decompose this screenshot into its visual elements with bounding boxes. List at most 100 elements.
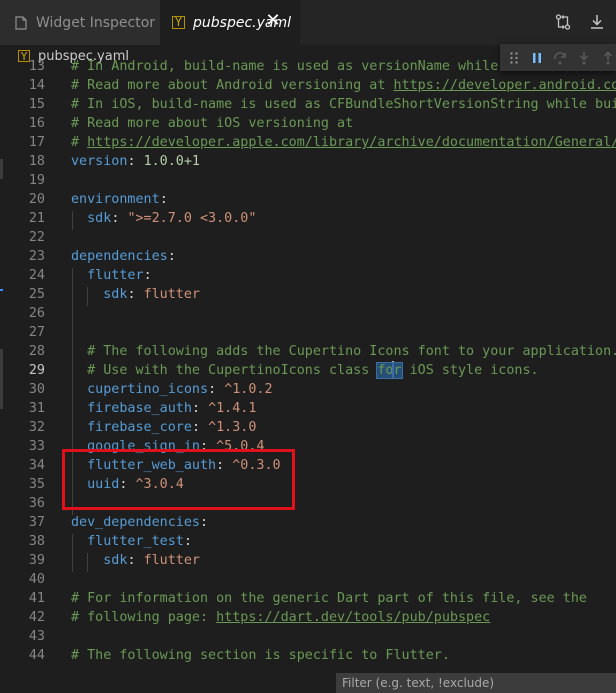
code-line[interactable]: 40 bbox=[0, 570, 616, 589]
code-line[interactable]: 22 bbox=[0, 228, 616, 247]
code-line[interactable]: 41 # For information on the generic Dart … bbox=[0, 589, 616, 608]
code-text: # In iOS, build-name is used as CFBundle… bbox=[71, 95, 616, 114]
code-token: # following page: bbox=[71, 610, 217, 625]
code-text: flutter_web_auth: ^0.3.0 bbox=[71, 456, 281, 475]
code-line[interactable]: 19 bbox=[0, 171, 616, 190]
step-out-icon[interactable] bbox=[600, 49, 616, 67]
code-token: uuid bbox=[71, 477, 120, 492]
code-line[interactable]: 33 google_sign_in: ^5.0.4 bbox=[0, 437, 616, 456]
code-line[interactable]: 23 dependencies: bbox=[0, 247, 616, 266]
code-line[interactable]: 34 flutter_web_auth: ^0.3.0 bbox=[0, 456, 616, 475]
code-token: firebase_core bbox=[71, 420, 192, 435]
code-text: dev_dependencies: bbox=[71, 513, 208, 532]
code-token: iOS style icons. bbox=[401, 363, 539, 378]
code-text: # For information on the generic Dart pa… bbox=[71, 589, 587, 608]
code-token: : bbox=[159, 192, 168, 207]
code-line[interactable]: 21 sdk: ">=2.7.0 <3.0.0" bbox=[0, 209, 616, 228]
code-line[interactable]: 18 version: 1.0.0+1 bbox=[0, 152, 616, 171]
line-number: 13 bbox=[28, 59, 45, 74]
line-number: 16 bbox=[28, 116, 45, 131]
line-number: 20 bbox=[28, 192, 45, 207]
pause-icon[interactable] bbox=[529, 49, 544, 67]
code-token: flutter_web_auth bbox=[71, 458, 217, 473]
code-line[interactable]: 17 # https://developer.apple.com/library/… bbox=[0, 133, 616, 152]
code-token: https://developer.apple.com/library/arch… bbox=[87, 135, 616, 150]
code-text: # The following adds the Cupertino Icons… bbox=[71, 342, 616, 361]
tab-widget-inspector[interactable]: Widget Inspector bbox=[0, 0, 160, 45]
code-line[interactable]: 43 bbox=[0, 627, 616, 646]
line-number: 15 bbox=[28, 97, 45, 112]
code-line[interactable]: 39 sdk: flutter bbox=[0, 551, 616, 570]
code-line[interactable]: 35 uuid: ^3.0.4 bbox=[0, 475, 616, 494]
line-number: 31 bbox=[28, 401, 45, 416]
code-line[interactable]: 28 # The following adds the Cupertino Ic… bbox=[0, 342, 616, 361]
code-text: flutter_test: bbox=[71, 532, 192, 551]
code-token: : bbox=[191, 420, 209, 435]
code-text: google_sign_in: ^5.0.4 bbox=[71, 437, 265, 456]
code-token: https://dart.dev/tools/pub/pubspec bbox=[216, 610, 491, 625]
step-into-icon[interactable] bbox=[576, 49, 592, 67]
drag-handle-icon[interactable] bbox=[506, 49, 521, 67]
code-editor[interactable]: 13 # In Android, build-name is used as ve… bbox=[0, 59, 616, 679]
code-line[interactable]: 32 firebase_core: ^1.3.0 bbox=[0, 418, 616, 437]
code-line[interactable]: 36 bbox=[0, 494, 616, 513]
line-number: 37 bbox=[28, 515, 45, 530]
code-line[interactable]: 25 sdk: flutter bbox=[0, 285, 616, 304]
tab-pubspec-yaml[interactable]: Y pubspec.yaml ✕ bbox=[160, 0, 300, 45]
code-text: flutter: bbox=[71, 266, 152, 285]
line-number: 26 bbox=[28, 306, 45, 321]
code-token: ">=2.7.0 <3.0.0" bbox=[127, 211, 257, 226]
line-number: 19 bbox=[28, 173, 45, 188]
line-number: 30 bbox=[28, 382, 45, 397]
line-number: 18 bbox=[28, 154, 45, 169]
code-line[interactable]: 29 # Use with the CupertinoIcons class f… bbox=[0, 361, 616, 380]
code-token: environment bbox=[71, 192, 160, 207]
code-text: # Read more about Android versioning at … bbox=[71, 76, 616, 95]
code-line[interactable]: 38 flutter_test: bbox=[0, 532, 616, 551]
file-icon bbox=[14, 15, 28, 30]
code-line[interactable]: 30 cupertino_icons: ^1.0.2 bbox=[0, 380, 616, 399]
code-text: # https://developer.apple.com/library/ar… bbox=[71, 133, 616, 152]
code-token: firebase_auth bbox=[71, 401, 192, 416]
download-icon[interactable] bbox=[588, 13, 606, 31]
code-text: cupertino_icons: ^1.0.2 bbox=[71, 380, 272, 399]
code-line[interactable]: 24 flutter: bbox=[0, 266, 616, 285]
git-compare-icon[interactable] bbox=[554, 13, 572, 31]
code-line[interactable]: 26 bbox=[0, 304, 616, 323]
code-text: # following page: https://dart.dev/tools… bbox=[71, 608, 490, 627]
code-line[interactable]: 37 dev_dependencies: bbox=[0, 513, 616, 532]
code-line[interactable]: 44 # The following section is specific to… bbox=[0, 646, 616, 665]
code-line[interactable]: 27 bbox=[0, 323, 616, 342]
code-token: ^0.3.0 bbox=[232, 458, 281, 473]
code-token: # For information on the generic Dart pa… bbox=[71, 591, 587, 606]
code-text: # The following section is specific to F… bbox=[71, 646, 450, 665]
filter-input[interactable] bbox=[336, 673, 616, 693]
line-number: 43 bbox=[28, 629, 45, 644]
code-text: firebase_auth: ^1.4.1 bbox=[71, 399, 256, 418]
line-number: 34 bbox=[28, 458, 45, 473]
code-token: # Read more about Android versioning at bbox=[71, 78, 394, 93]
code-token: ^1.3.0 bbox=[208, 420, 257, 435]
code-token: : bbox=[127, 154, 144, 169]
code-line[interactable]: 31 firebase_auth: ^1.4.1 bbox=[0, 399, 616, 418]
code-token: : bbox=[216, 458, 233, 473]
code-line[interactable]: 15 # In iOS, build-name is used as CFBund… bbox=[0, 95, 616, 114]
code-text: # Use with the CupertinoIcons class for … bbox=[71, 361, 539, 380]
tab-bar: Widget Inspector Y pubspec.yaml ✕ bbox=[0, 0, 616, 45]
line-number: 40 bbox=[28, 572, 45, 587]
code-line[interactable]: 20 environment: bbox=[0, 190, 616, 209]
line-number: 17 bbox=[28, 135, 45, 150]
code-text: sdk: flutter bbox=[71, 551, 200, 570]
code-token: dependencies bbox=[71, 249, 168, 264]
code-token: ^5.0.4 bbox=[216, 439, 265, 454]
code-line[interactable]: 16 # Read more about iOS versioning at bbox=[0, 114, 616, 133]
code-token: # bbox=[71, 135, 88, 150]
line-number: 29 bbox=[28, 363, 45, 378]
step-over-icon[interactable] bbox=[552, 49, 568, 67]
close-icon[interactable]: ✕ bbox=[264, 12, 282, 30]
code-line[interactable]: 14 # Read more about Android versioning a… bbox=[0, 76, 616, 95]
code-line[interactable]: 42 # following page: https://dart.dev/too… bbox=[0, 608, 616, 627]
code-text: version: 1.0.0+1 bbox=[71, 152, 200, 171]
code-text: environment: bbox=[71, 190, 168, 209]
yaml-file-icon: Y bbox=[172, 16, 185, 29]
